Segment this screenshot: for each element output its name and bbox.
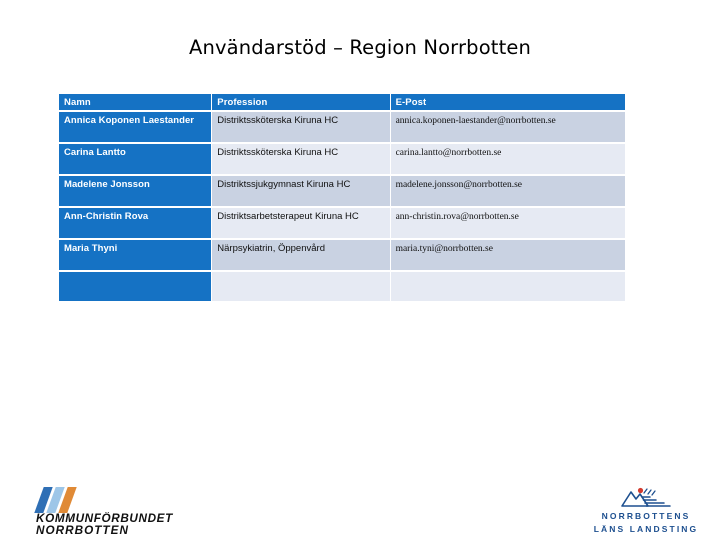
cell-epost: maria.tyni@norrbotten.se (390, 240, 625, 270)
table-row: Carina Lantto Distriktssköterska Kiruna … (59, 144, 625, 174)
cell-epost: annica.koponen-laestander@norrbotten.se (390, 112, 625, 142)
cell-namn: Ann-Christin Rova (59, 208, 212, 238)
logo-left-line1: KOMMUNFÖRBUNDET (36, 513, 173, 525)
logo-right-line2: LÄNS LANDSTING (593, 524, 699, 534)
logo-kommunforbundet-norrbotten: KOMMUNFÖRBUNDET NORRBOTTEN (34, 487, 216, 536)
page-title: Användarstöd – Region Norrbotten (188, 36, 532, 59)
table-row: Ann-Christin Rova Distriktsarbetsterapeu… (59, 208, 625, 238)
logo-norrbottens-lans-landsting: NORRBOTTENS LÄNS LANDSTING (586, 485, 706, 535)
cell-epost: carina.lantto@norrbotten.se (390, 144, 625, 174)
cell-namn (59, 272, 212, 301)
logo-right-line1: NORRBOTTENS (601, 511, 691, 521)
logo-left-line2: NORRBOTTEN (36, 524, 129, 537)
table-row: Maria Thyni Närpsykiatrin, Öppenvård mar… (59, 240, 625, 270)
cell-epost: madelene.jonsson@norrbotten.se (390, 176, 625, 206)
table-row: Madelene Jonsson Distriktssjukgymnast Ki… (59, 176, 625, 206)
logo-left-text: KOMMUNFÖRBUNDET NORRBOTTEN (36, 513, 220, 537)
column-header-profession: Profession (212, 94, 390, 110)
cell-profession: Närpsykiatrin, Öppenvård (212, 240, 390, 270)
column-header-epost: E-Post (390, 94, 625, 110)
cell-profession: Distriktsarbetsterapeut Kiruna HC (212, 208, 390, 238)
cell-namn: Carina Lantto (59, 144, 212, 174)
cell-profession: Distriktssköterska Kiruna HC (212, 112, 390, 142)
cell-epost: ann-christin.rova@norrbotten.se (390, 208, 625, 238)
cell-profession (212, 272, 390, 301)
cell-namn: Maria Thyni (59, 240, 212, 270)
table-header-row: Namn Profession E-Post (59, 94, 625, 110)
cell-profession: Distriktssjukgymnast Kiruna HC (212, 176, 390, 206)
contacts-table: Namn Profession E-Post Annica Koponen La… (58, 92, 626, 303)
contacts-table-container: Namn Profession E-Post Annica Koponen La… (58, 92, 626, 303)
table-row: Annica Koponen Laestander Distriktssköte… (59, 112, 625, 142)
mountain-sun-emblem-icon (586, 485, 706, 509)
table-row-empty (59, 272, 625, 301)
cell-namn: Madelene Jonsson (59, 176, 212, 206)
cell-namn: Annica Koponen Laestander (59, 112, 212, 142)
cell-epost (390, 272, 625, 301)
cell-profession: Distriktssköterska Kiruna HC (212, 144, 390, 174)
column-header-namn: Namn (59, 94, 212, 110)
three-slanted-bars-icon (34, 487, 91, 513)
